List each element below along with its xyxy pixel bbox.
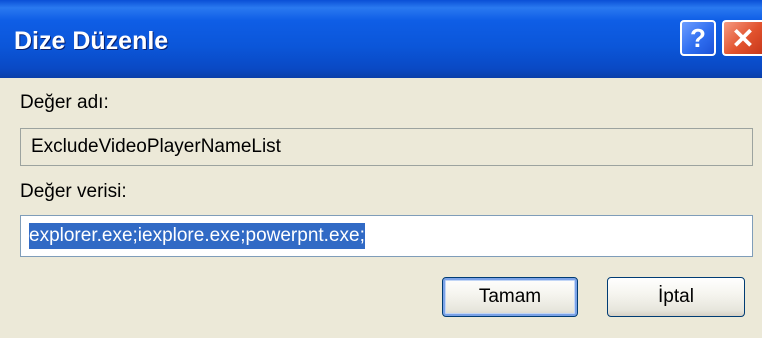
- title-bar[interactable]: Dize Düzenle ? ✕: [0, 0, 762, 78]
- ok-button[interactable]: Tamam: [442, 277, 578, 317]
- edit-string-dialog: Dize Düzenle ? ✕ Değer adı: ExcludeVideo…: [0, 0, 762, 338]
- value-name-label: Değer adı:: [20, 92, 109, 113]
- value-name-text: ExcludeVideoPlayerNameList: [31, 136, 281, 157]
- close-icon: ✕: [731, 22, 755, 54]
- value-data-selected-text: explorer.exe;iexplore.exe;powerpnt.exe;: [29, 223, 365, 249]
- close-button[interactable]: ✕: [722, 20, 762, 56]
- value-name-field[interactable]: ExcludeVideoPlayerNameList: [20, 128, 753, 166]
- dialog-body: Değer adı: ExcludeVideoPlayerNameList De…: [0, 78, 762, 338]
- help-button[interactable]: ?: [680, 20, 716, 56]
- ok-button-label: Tamam: [478, 286, 542, 307]
- value-data-input[interactable]: explorer.exe;iexplore.exe;powerpnt.exe;: [20, 215, 753, 257]
- cancel-button-label: İptal: [658, 286, 694, 307]
- help-icon: ?: [690, 22, 706, 53]
- dialog-title: Dize Düzenle: [14, 27, 169, 55]
- value-data-label: Değer verisi:: [20, 181, 127, 202]
- cancel-button[interactable]: İptal: [607, 277, 745, 317]
